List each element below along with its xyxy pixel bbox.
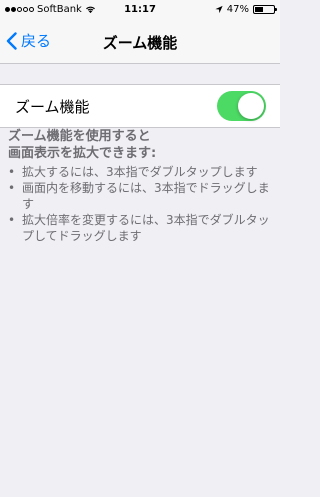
zoom-description: ズーム機能を使用すると 画面表示を拡大できます: • 拡大するには、3本指でダブル… — [8, 128, 272, 244]
bullet: • — [8, 165, 16, 179]
chevron-left-icon — [6, 31, 17, 50]
list-item: • 拡大するには、3本指でダブルタップします — [8, 164, 272, 180]
bullet: • — [8, 181, 16, 195]
back-button[interactable]: 戻る — [6, 30, 51, 51]
status-bar: SoftBank 11:17 47% — [0, 0, 280, 20]
zoom-instructions-list: • 拡大するには、3本指でダブルタップします • 画面内を移動するには、3本指で… — [8, 164, 272, 244]
navigation-bar: 戻る ズーム機能 — [0, 20, 280, 64]
zoom-description-heading: ズーム機能を使用すると 画面表示を拡大できます: — [8, 129, 157, 161]
list-item-text: 拡大するには、3本指でダブルタップします — [22, 165, 258, 179]
toggle-knob — [238, 93, 264, 119]
battery-fill — [255, 7, 264, 12]
status-right: 47% — [215, 4, 277, 15]
zoom-setting-label: ズーム機能 — [15, 98, 90, 116]
list-item-text: 拡大倍率を変更するには、3本指でダブルタップしてドラッグします — [22, 213, 270, 243]
list-item-text: 画面内を移動するには、3本指でドラッグします — [22, 181, 270, 211]
zoom-toggle-switch[interactable] — [217, 91, 266, 121]
bullet: • — [8, 213, 16, 227]
battery-percent: 47% — [226, 4, 249, 15]
settings-group-zoom: ズーム機能 — [0, 84, 280, 128]
back-button-label: 戻る — [21, 32, 52, 50]
battery-icon — [253, 5, 277, 14]
list-item: • 拡大倍率を変更するには、3本指でダブルタップしてドラッグします — [8, 212, 272, 244]
list-item: • 画面内を移動するには、3本指でドラッグします — [8, 180, 272, 212]
location-arrow-icon — [215, 5, 223, 14]
